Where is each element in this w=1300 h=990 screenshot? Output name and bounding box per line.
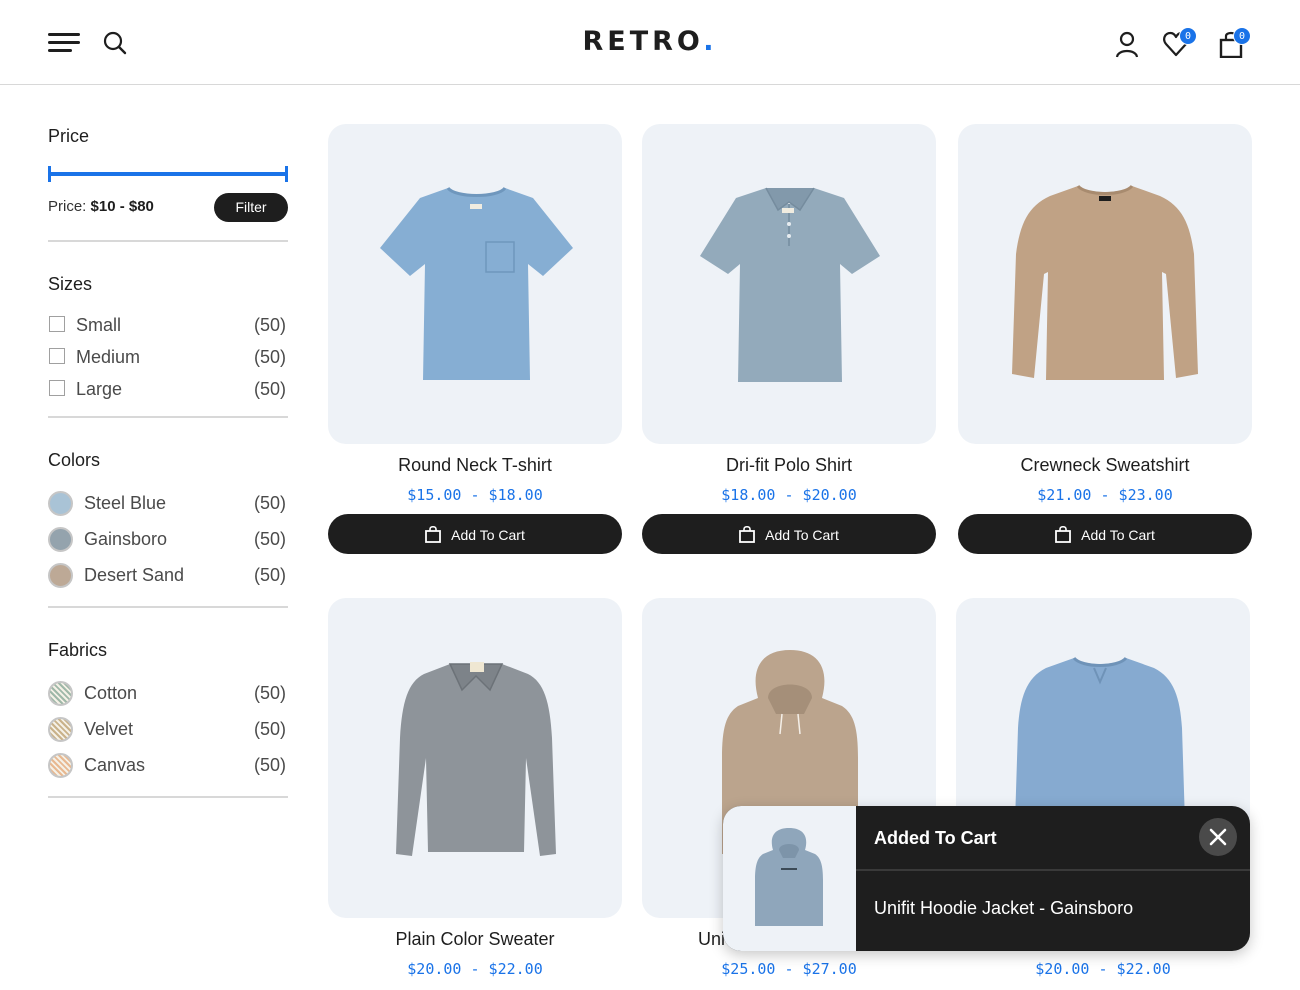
tshirt-icon	[380, 186, 573, 380]
price-slider-max-handle[interactable]	[285, 166, 288, 182]
size-option-small[interactable]: Small (50)	[48, 313, 288, 335]
divider	[48, 606, 288, 608]
logo[interactable]: RETRO.	[0, 26, 1300, 57]
size-label: Large	[76, 379, 123, 399]
size-count: (50)	[253, 347, 286, 367]
sizes-filter-title: Sizes	[48, 274, 93, 294]
size-label: Medium	[76, 347, 141, 367]
color-count: (50)	[253, 493, 286, 513]
added-to-cart-toast: Added To Cart Unifit Hoodie Jacket - Gai…	[723, 806, 1250, 951]
price-range-slider[interactable]	[48, 166, 288, 182]
shopping-bag-icon	[1055, 525, 1072, 543]
toast-product-thumbnail	[723, 806, 856, 951]
product-price: $20.00 - $22.00	[1035, 960, 1171, 978]
fabric-option-canvas[interactable]: Canvas (50)	[48, 753, 288, 778]
hoodie-icon	[755, 828, 823, 926]
toast-divider	[856, 869, 1250, 871]
shopping-bag-icon[interactable]: 0	[1218, 27, 1251, 59]
product-image-round-neck-tshirt[interactable]	[328, 124, 622, 444]
shopping-bag-icon	[739, 525, 756, 543]
fabric-count: (50)	[253, 755, 286, 775]
color-option-gainsboro[interactable]: Gainsboro (50)	[48, 527, 288, 552]
add-to-cart-button[interactable]: Add To Cart	[958, 514, 1252, 554]
price-range-label: Price:	[48, 198, 87, 215]
color-swatch[interactable]	[48, 527, 73, 552]
add-to-cart-label: Add To Cart	[765, 527, 839, 543]
color-label: Gainsboro	[84, 529, 168, 549]
color-swatch[interactable]	[48, 491, 73, 516]
product-price: $21.00 - $23.00	[1037, 486, 1173, 504]
toast-title: Added To Cart	[874, 828, 997, 848]
polo-shirt-icon	[700, 187, 880, 382]
price-slider-track	[48, 172, 288, 176]
product-price: $20.00 - $22.00	[407, 960, 543, 978]
add-to-cart-button[interactable]: Add To Cart	[328, 514, 622, 554]
add-to-cart-inner: Add To Cart	[642, 525, 936, 543]
product-price: $15.00 - $18.00	[407, 486, 543, 504]
fabric-count: (50)	[253, 683, 286, 703]
size-option-medium[interactable]: Medium (50)	[48, 345, 288, 367]
add-to-cart-inner: Add To Cart	[958, 525, 1252, 543]
product-image-dri-fit-polo-shirt[interactable]	[642, 124, 936, 444]
product-name[interactable]: Plain Color Sweater	[328, 929, 622, 950]
product-price: $18.00 - $20.00	[721, 486, 857, 504]
checkbox[interactable]	[49, 316, 65, 332]
filter-button[interactable]: Filter	[214, 193, 288, 222]
close-icon[interactable]	[1199, 818, 1237, 856]
size-count: (50)	[253, 315, 286, 335]
product-name[interactable]: Round Neck T-shirt	[328, 455, 622, 476]
fabric-option-cotton[interactable]: Cotton (50)	[48, 681, 288, 706]
fabric-swatch[interactable]	[48, 717, 73, 742]
colors-filter-title: Colors	[48, 450, 101, 470]
product-name[interactable]: Crewneck Sweatshirt	[958, 455, 1252, 476]
price-filter-title: Price	[48, 126, 90, 146]
logo-text: RETRO	[582, 26, 704, 57]
fabric-option-velvet[interactable]: Velvet (50)	[48, 717, 288, 742]
add-to-cart-inner: Add To Cart	[328, 525, 622, 543]
color-option-steel-blue[interactable]: Steel Blue (50)	[48, 491, 288, 516]
color-swatch[interactable]	[48, 563, 73, 588]
sweatshirt-icon	[1012, 184, 1198, 380]
fabric-label: Velvet	[84, 719, 134, 739]
cart-count-badge: 0	[1233, 27, 1251, 45]
toast-message: Unifit Hoodie Jacket - Gainsboro	[874, 898, 1134, 918]
product-name[interactable]: Dri-fit Polo Shirt	[642, 455, 936, 476]
fabric-label: Cotton	[84, 683, 138, 703]
price-range-value: $10 - $80	[90, 198, 154, 215]
fabric-swatch[interactable]	[48, 681, 73, 706]
checkbox[interactable]	[49, 380, 65, 396]
fabrics-filter-title: Fabrics	[48, 640, 108, 660]
heart-icon[interactable]: 0	[1162, 27, 1197, 58]
divider	[48, 796, 288, 798]
size-count: (50)	[253, 379, 286, 399]
price-range-text: Price: $10 - $80	[48, 198, 154, 215]
add-to-cart-label: Add To Cart	[1081, 527, 1155, 543]
divider	[48, 416, 288, 418]
checkbox[interactable]	[49, 348, 65, 364]
shopping-bag-icon	[425, 525, 442, 543]
user-icon[interactable]	[1113, 30, 1141, 58]
fabric-swatch[interactable]	[48, 753, 73, 778]
product-price: $25.00 - $27.00	[721, 960, 857, 978]
price-slider-min-handle[interactable]	[48, 166, 51, 182]
divider	[48, 240, 288, 242]
color-count: (50)	[253, 565, 286, 585]
fabric-count: (50)	[253, 719, 286, 739]
color-count: (50)	[253, 529, 286, 549]
color-label: Desert Sand	[84, 565, 185, 585]
size-label: Small	[76, 315, 122, 335]
add-to-cart-button[interactable]: Add To Cart	[642, 514, 936, 554]
site-header: RETRO. 0 0	[0, 0, 1300, 85]
color-label: Steel Blue	[84, 493, 167, 513]
size-option-large[interactable]: Large (50)	[48, 377, 288, 399]
product-image-plain-color-sweater[interactable]	[328, 598, 622, 918]
color-option-desert-sand[interactable]: Desert Sand (50)	[48, 563, 288, 588]
logo-dot: .	[703, 26, 718, 57]
sweater-icon	[396, 662, 556, 856]
fabric-label: Canvas	[84, 755, 146, 775]
product-image-crewneck-sweatshirt[interactable]	[958, 124, 1252, 444]
add-to-cart-label: Add To Cart	[451, 527, 525, 543]
wishlist-count-badge: 0	[1179, 27, 1197, 45]
